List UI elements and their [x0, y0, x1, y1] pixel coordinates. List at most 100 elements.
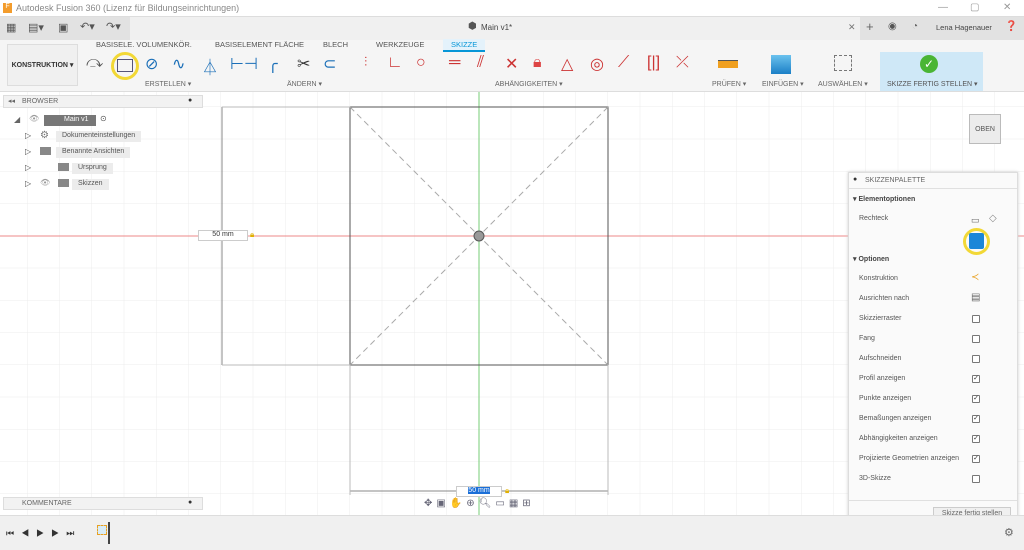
view-cube[interactable]: OBEN: [969, 114, 1001, 144]
pan-icon[interactable]: ✋: [450, 498, 466, 509]
visibility-icon[interactable]: 👁︎: [40, 178, 50, 187]
offset-tool-icon[interactable]: ⊂: [323, 54, 336, 74]
close-tab-icon[interactable]: ✕: [848, 22, 856, 33]
tree-item-origin[interactable]: Ursprung: [72, 163, 113, 174]
expand-icon[interactable]: ▷: [25, 131, 31, 140]
constraints-menu[interactable]: ABHÄNGIGKEITEN ▾: [495, 80, 563, 88]
tab-sheet-metal[interactable]: BLECH: [323, 40, 348, 49]
triangle-icon[interactable]: △: [561, 54, 573, 74]
show-dimensions-checkbox[interactable]: ✓: [972, 415, 980, 423]
tab-surface[interactable]: BASISELEMENT FLÄCHE: [215, 40, 304, 49]
fillet-tool-icon[interactable]: ╭: [268, 54, 278, 74]
perpendicular-icon[interactable]: ✕: [505, 54, 518, 74]
undo-icon[interactable]: ↶▾: [80, 20, 95, 33]
visibility-icon[interactable]: 👁︎: [29, 114, 39, 123]
tree-item-named-views[interactable]: Benannte Ansichten: [56, 147, 131, 158]
comments-header[interactable]: KOMMENTARE ●: [3, 497, 203, 510]
maximize-icon[interactable]: ▢: [970, 2, 979, 13]
zoom-icon[interactable]: 🔍︎: [479, 498, 496, 509]
equal-icon[interactable]: ═: [449, 54, 460, 72]
measure-icon[interactable]: [718, 60, 738, 68]
parallel-icon[interactable]: ⫽: [477, 54, 484, 72]
inspect-menu[interactable]: PRÜFEN ▾: [712, 80, 746, 88]
collapse-palette-icon[interactable]: ●: [853, 176, 857, 183]
grid-menu-icon[interactable]: ▦: [6, 21, 16, 34]
section-element-options[interactable]: ▾ Elementoptionen: [853, 195, 915, 203]
symmetry-icon[interactable]: [|]: [647, 54, 660, 72]
horizontal-vertical-icon[interactable]: ⫶: [364, 54, 367, 70]
vertical-dimension-value[interactable]: 50 mm: [198, 230, 248, 241]
look-at-icon[interactable]: ▣: [436, 498, 449, 509]
go-to-end-icon[interactable]: ⏭: [66, 528, 81, 538]
select-menu[interactable]: AUSWÄHLEN ▾: [818, 80, 868, 88]
file-icon[interactable]: ▤▾: [28, 21, 44, 34]
mirror-tool-icon[interactable]: ⏃: [202, 54, 218, 78]
tree-item-document-settings[interactable]: Dokumenteinstellungen: [56, 131, 142, 142]
tab-tools[interactable]: WERKZEUGE: [376, 40, 424, 49]
modify-menu[interactable]: ÄNDERN ▾: [287, 80, 322, 88]
notifications-icon[interactable]: ◔: [912, 21, 918, 32]
timeline-marker[interactable]: [108, 522, 110, 544]
job-status-icon[interactable]: ◉: [888, 21, 897, 32]
close-window-icon[interactable]: ✕: [1003, 2, 1011, 13]
look-at-icon[interactable]: ▤: [971, 292, 980, 303]
pin-icon[interactable]: ●: [188, 97, 192, 104]
timeline-settings-icon[interactable]: ⚙: [1004, 526, 1014, 539]
show-projected-checkbox[interactable]: ✓: [972, 455, 980, 463]
lock-icon[interactable]: 🔒︎: [533, 54, 542, 72]
show-constraints-checkbox[interactable]: ✓: [972, 435, 980, 443]
horizontal-dimension-input[interactable]: 50 mm: [456, 486, 502, 497]
tab-sketch[interactable]: SKIZZE: [443, 39, 486, 52]
sketch-feature-icon[interactable]: [97, 525, 107, 535]
trim-tool-icon[interactable]: ✂: [297, 54, 310, 74]
spline-tool-icon[interactable]: ∿: [172, 54, 185, 74]
collapse-icon[interactable]: ◂◂: [8, 97, 15, 105]
show-points-checkbox[interactable]: ✓: [972, 395, 980, 403]
viewports-icon[interactable]: ⊞: [522, 498, 534, 509]
rectangle-tool-icon[interactable]: [117, 59, 133, 72]
workspace-selector[interactable]: KONSTRUKTION ▾: [7, 44, 78, 86]
coincident-icon[interactable]: ∟: [387, 54, 403, 72]
orbit-icon[interactable]: ✥: [424, 498, 436, 509]
tree-item-root[interactable]: Main v1: [44, 115, 96, 126]
palette-header[interactable]: ● SKIZZENPALETTE: [849, 173, 1017, 189]
expand-icon[interactable]: ▷: [25, 147, 31, 156]
user-name[interactable]: Lena Hagenauer: [936, 23, 992, 32]
midpoint-icon[interactable]: ⟋: [618, 54, 629, 72]
zoom-window-icon[interactable]: ⊕: [466, 498, 478, 509]
3d-sketch-checkbox[interactable]: [972, 475, 980, 483]
go-to-start-icon[interactable]: ⏮: [6, 528, 21, 538]
play-icon[interactable]: ▶: [36, 528, 51, 538]
activate-icon[interactable]: ⊙: [100, 114, 107, 123]
expand-icon[interactable]: ▷: [25, 163, 31, 172]
save-icon[interactable]: ▣: [58, 21, 68, 34]
help-icon[interactable]: ❓: [1005, 21, 1017, 32]
expand-icon[interactable]: ▷: [25, 179, 31, 188]
select-icon[interactable]: [834, 55, 852, 71]
snap-checkbox[interactable]: [972, 335, 980, 343]
three-point-rectangle-icon[interactable]: ◇: [989, 213, 997, 224]
circle-tool-icon[interactable]: ⊘: [145, 54, 158, 74]
minimize-icon[interactable]: —: [938, 2, 948, 13]
document-tab[interactable]: Main v1*: [481, 23, 512, 32]
browser-header[interactable]: ◂◂ BROWSER ●: [3, 95, 203, 108]
section-options[interactable]: ▾ Optionen: [853, 255, 889, 263]
curvature-icon[interactable]: ⤫: [676, 54, 689, 72]
insert-image-icon[interactable]: [771, 55, 791, 74]
dimension-tool-icon[interactable]: ⊢⊣: [230, 54, 258, 74]
grid-settings-icon[interactable]: ▦: [509, 498, 522, 509]
tab-solid[interactable]: BASISELE. VOLUMENKÖR.: [96, 40, 192, 49]
tree-item-sketches[interactable]: Skizzen: [72, 179, 109, 190]
display-settings-icon[interactable]: ▭: [495, 498, 508, 509]
line-tool-icon[interactable]: ⤼: [86, 54, 103, 72]
center-rectangle-icon[interactable]: [969, 233, 984, 249]
two-point-rectangle-icon[interactable]: ▭: [971, 215, 980, 226]
show-profile-checkbox[interactable]: ✓: [972, 375, 980, 383]
create-menu[interactable]: ERSTELLEN ▾: [145, 80, 191, 88]
slice-checkbox[interactable]: [972, 355, 980, 363]
step-forward-icon[interactable]: ▶: [51, 528, 66, 538]
finish-sketch-button[interactable]: ✓ SKIZZE FERTIG STELLEN ▾: [880, 52, 983, 91]
step-back-icon[interactable]: ◀: [21, 528, 36, 538]
expand-icon[interactable]: ◢: [14, 115, 20, 124]
new-tab-icon[interactable]: +: [866, 19, 874, 34]
